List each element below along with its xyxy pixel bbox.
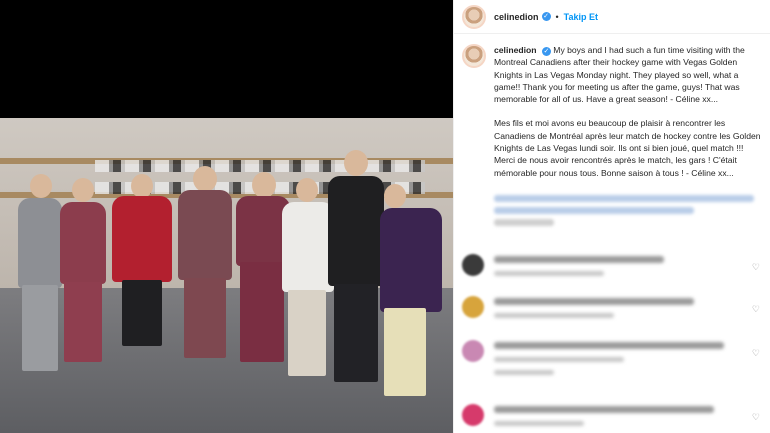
username[interactable]: celinedion	[494, 12, 539, 22]
heart-icon[interactable]: ♡	[752, 304, 760, 315]
comment-avatar[interactable]	[462, 404, 484, 426]
person-legs	[240, 262, 284, 362]
person-purple-jersey	[380, 208, 442, 312]
caption-french: Mes fils et moi avons eu beaucoup de pla…	[494, 118, 761, 178]
person-head	[30, 174, 52, 198]
heart-icon[interactable]: ♡	[752, 348, 760, 359]
caption: celinedion ✓ My boys and I had such a fu…	[454, 34, 770, 231]
post-sidebar: celinedion ✓ • Takip Et celinedion ✓ My …	[453, 0, 770, 433]
avatar[interactable]	[462, 44, 486, 68]
person-head	[296, 178, 318, 202]
heart-icon[interactable]: ♡	[752, 412, 760, 423]
caption-username[interactable]: celinedion	[494, 45, 537, 55]
verified-badge-icon: ✓	[541, 47, 551, 56]
person-legs	[384, 308, 426, 396]
comment-item[interactable]	[462, 296, 694, 326]
follow-button[interactable]: Takip Et	[564, 12, 598, 22]
blurred-text	[494, 194, 754, 202]
person-maroon-jacket	[60, 202, 106, 284]
helmet-row	[95, 160, 425, 172]
avatar[interactable]	[462, 4, 486, 29]
person-head	[384, 184, 406, 208]
person-grey-suit	[18, 198, 62, 288]
person-black-suit	[328, 176, 384, 286]
comment-item[interactable]	[462, 340, 724, 383]
comment-avatar[interactable]	[462, 254, 484, 276]
person-legs	[122, 280, 162, 346]
person-head	[252, 172, 276, 198]
blurred-text	[494, 218, 554, 226]
person-legs	[22, 285, 58, 371]
person-white-vest	[282, 202, 334, 292]
person-legs	[334, 284, 378, 382]
person-habs-jersey	[112, 196, 172, 282]
separator-dot: •	[555, 11, 559, 22]
comment-item[interactable]	[462, 404, 714, 433]
person-legs	[64, 282, 102, 362]
post-photo[interactable]	[0, 0, 453, 433]
comment-avatar[interactable]	[462, 340, 484, 362]
person-head	[72, 178, 94, 202]
caption-text: celinedion ✓ My boys and I had such a fu…	[494, 44, 762, 231]
comment-item[interactable]	[462, 254, 664, 284]
comment-avatar[interactable]	[462, 296, 484, 318]
person-head	[193, 166, 217, 192]
hashtags-blurred	[494, 194, 762, 226]
person-legs	[184, 278, 226, 358]
post-header: celinedion ✓ • Takip Et	[454, 0, 770, 34]
person-suit	[178, 190, 232, 280]
blurred-text	[494, 206, 694, 214]
verified-badge-icon: ✓	[541, 12, 551, 21]
person-head	[344, 150, 368, 176]
person-head	[131, 174, 153, 198]
heart-icon[interactable]: ♡	[752, 262, 760, 273]
person-legs	[288, 290, 326, 376]
